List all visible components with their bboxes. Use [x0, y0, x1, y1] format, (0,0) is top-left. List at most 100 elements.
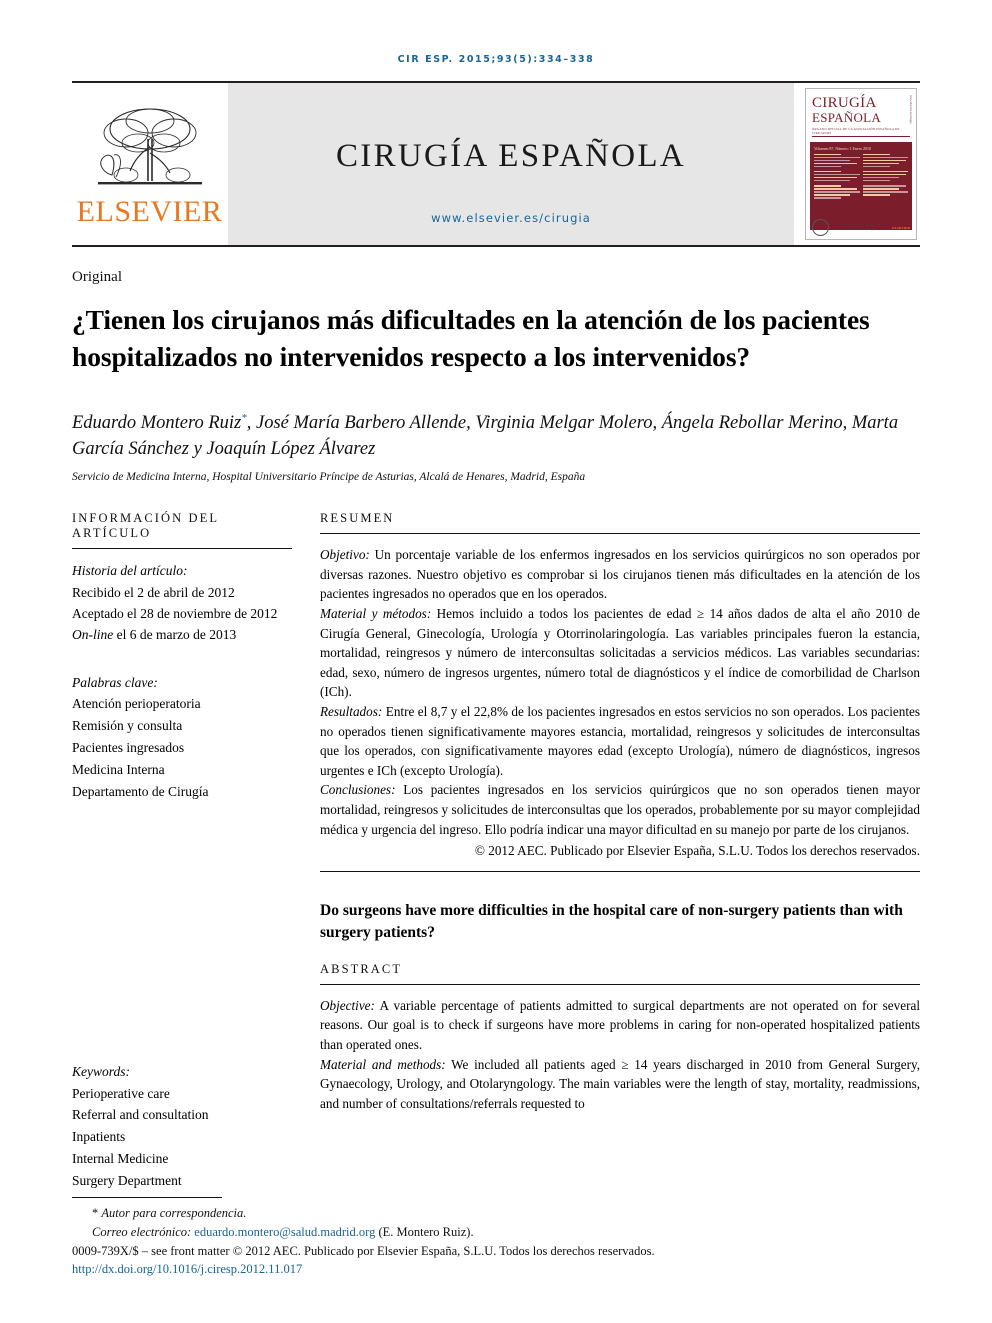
cover-toc-line [862, 188, 899, 190]
journal-url-link[interactable]: www.elsevier.es/cirugia [228, 211, 794, 225]
affiliation: Servicio de Medicina Interna, Hospital U… [72, 471, 586, 484]
abstract-es-conclusions-text: Los pacientes ingresados en los servicio… [320, 782, 920, 837]
cover-toc-line [862, 159, 906, 161]
article-info-column: INFORMACIÓN DEL ARTÍCULO Historia del ar… [72, 511, 310, 1192]
cover-toc-line [862, 194, 890, 196]
journal-name: CIRUGÍA ESPAÑOLA [335, 137, 687, 174]
elsevier-logo: ELSEVIER [72, 83, 227, 245]
keywords-en-label: Keywords: [72, 1063, 130, 1079]
cover-toc-heading [814, 185, 842, 187]
issn-copyright-line: 0009-739X/$ – see front matter © 2012 AE… [72, 1243, 655, 1258]
keyword-item: Atención perioperatoria [72, 696, 201, 712]
cover-toc-heading [862, 153, 890, 156]
article-type: Original [72, 269, 122, 285]
email-note: Correo electrónico: eduardo.montero@salu… [72, 1223, 920, 1242]
column-spacer [72, 803, 292, 1061]
cover-toc-line [862, 179, 890, 182]
keywords-en-block: Keywords: Perioperative care Referral an… [72, 1061, 292, 1192]
keyword-item: Perioperative care [72, 1085, 170, 1101]
cover-spine-text: www.elsevier.es/cirugia [909, 95, 913, 124]
keyword-item: Remisión y consulta [72, 718, 183, 734]
elsevier-tree-icon [97, 108, 202, 185]
keywords-es-block: Palabras clave: Atención perioperatoria … [72, 672, 292, 803]
journal-cover-thumbnail: CIRUGÍA ESPAÑOLA ÓRGANO OFICIAL DE LA AS… [794, 83, 920, 245]
divider [320, 533, 920, 535]
author-list: Eduardo Montero Ruiz*, José María Barber… [72, 410, 920, 463]
cover-elsevier-mark: ELSEVIER [892, 225, 910, 230]
history-accepted: Aceptado el 28 de noviembre de 2012 [72, 605, 278, 621]
english-title: Do surgeons have more difficulties in th… [320, 901, 903, 941]
cover-footer: Publicado por Elsevier España, S.L.U. ww… [806, 219, 916, 236]
cover-toc-line [814, 162, 858, 164]
divider [72, 548, 292, 550]
abstract-columns: INFORMACIÓN DEL ARTÍCULO Historia del ar… [72, 511, 920, 1192]
cover-title-line1: CIRUGÍA [812, 95, 877, 111]
cover-seal-icon [812, 219, 829, 236]
divider [320, 983, 920, 985]
keywords-es-label: Palabras clave: [72, 674, 158, 690]
cover-toc-line [862, 173, 906, 176]
abstract-es-objective: Objetivo: Un porcentaje variable de los … [320, 545, 920, 604]
page-title: ¿Tienen los cirujanos más dificultades e… [72, 304, 870, 372]
email-link[interactable]: eduardo.montero@salud.madrid.org [194, 1225, 375, 1239]
cover-footer-text: Publicado por Elsevier España, S.L.U. ww… [837, 222, 884, 231]
keyword-item: Inpatients [72, 1129, 126, 1145]
cover-toc-line [814, 176, 858, 179]
abstract-es-conclusions-label: Conclusiones: [320, 782, 396, 798]
abstract-en-methods-label: Material and methods: [320, 1056, 446, 1072]
keyword-item: Surgery Department [72, 1172, 182, 1188]
cover-header: CIRUGÍA ESPAÑOLA ÓRGANO OFICIAL DE LA AS… [806, 89, 916, 139]
cover-toc-line [814, 197, 842, 199]
cover-contents-panel: Volumen 87, Número 1 Enero 2010 [810, 141, 912, 230]
corresponding-author-note: * Autor para correspondencia. [72, 1204, 920, 1223]
abstract-en-heading: ABSTRACT [320, 961, 403, 976]
abstract-es-results: Resultados: Entre el 8,7 y el 22,8% de l… [320, 702, 920, 780]
cover-volume-line: Volumen 87, Número 1 Enero 2010 [814, 145, 872, 151]
history-received: Recibido el 2 de abril de 2012 [72, 584, 235, 600]
corresponding-marker: * [92, 1206, 99, 1220]
cover-toc-line [862, 185, 906, 187]
keyword-item: Departamento de Cirugía [72, 783, 209, 799]
abstract-es-methods: Material y métodos: Hemos incluido a tod… [320, 604, 920, 702]
abstract-en-objective-label: Objective: [320, 997, 375, 1013]
footnote-divider [72, 1197, 222, 1198]
journal-masthead: ELSEVIER CIRUGÍA ESPAÑOLA www.elsevier.e… [72, 81, 920, 247]
history-online-date: el 6 de marzo de 2013 [113, 627, 237, 643]
history-label: Historia del artículo: [72, 563, 188, 579]
keyword-item: Medicina Interna [72, 761, 165, 777]
email-suffix: (E. Montero Ruiz). [378, 1224, 474, 1239]
abstract-column: RESUMEN Objetivo: Un porcentaje variable… [310, 511, 920, 1192]
keyword-item: Pacientes ingresados [72, 740, 185, 756]
keyword-item: Referral and consultation [72, 1107, 209, 1123]
page-footer: * Autor para correspondencia. Correo ele… [72, 1197, 920, 1279]
cover-toc-line [814, 188, 858, 190]
email-label: Correo electrónico: [92, 1224, 192, 1239]
abstract-es-objective-label: Objetivo: [320, 547, 370, 563]
article-first-page: CIR ESP. 2015;93(5):334–338 ELSEVIER CIR… [0, 0, 992, 1323]
history-online: On-line el 6 de marzo de 2013 [72, 624, 292, 645]
abstract-es-conclusions: Conclusiones: Los pacientes ingresados e… [320, 780, 920, 839]
cover-toc-line [814, 173, 860, 176]
author-corresponding-name: Eduardo Montero Ruiz [72, 412, 242, 433]
cover-toc-line [814, 191, 860, 193]
divider [320, 870, 920, 872]
cover-toc-line [862, 165, 890, 167]
keyword-item: Internal Medicine [72, 1151, 169, 1167]
cover-subtitle: ÓRGANO OFICIAL DE LA ASOCIACIÓN ESPAÑOLA… [812, 127, 910, 137]
abstract-en-objective: Objective: A variable percentage of pati… [320, 996, 920, 1055]
article-info-heading: INFORMACIÓN DEL ARTÍCULO [72, 511, 219, 541]
cover-toc-heading [814, 170, 842, 173]
abstract-en-objective-text: A variable percentage of patients admitt… [320, 997, 920, 1052]
corresponding-author-text: Autor para correspondencia. [101, 1206, 247, 1220]
cover-toc-column-right [862, 153, 908, 201]
cover-toc-line [814, 159, 851, 161]
cover-title-line2: ESPAÑOLA [812, 110, 882, 125]
cover-toc-heading [814, 153, 842, 156]
abstract-es-copyright: © 2012 AEC. Publicado por Elsevier Españ… [474, 843, 920, 859]
running-head: CIR ESP. 2015;93(5):334–338 [397, 54, 595, 65]
cover-toc-line [862, 156, 908, 159]
doi-link[interactable]: http://dx.doi.org/10.1016/j.ciresp.2012.… [72, 1260, 920, 1279]
cover-toc-line [862, 170, 908, 173]
abstract-es-results-label: Resultados: [320, 703, 383, 719]
